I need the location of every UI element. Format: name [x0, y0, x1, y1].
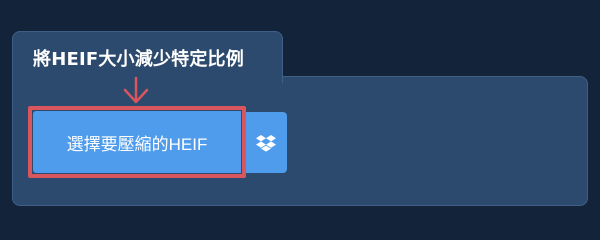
section-title: 將HEIF大小減少特定比例	[33, 49, 244, 70]
page: 將HEIF大小減少特定比例 選擇要壓縮的HEIF	[0, 0, 600, 230]
select-heif-button[interactable]: 選擇要壓縮的HEIF	[33, 111, 241, 173]
arrow-down-icon	[123, 76, 149, 104]
dropbox-icon	[255, 134, 276, 152]
dropbox-button[interactable]	[244, 112, 287, 173]
